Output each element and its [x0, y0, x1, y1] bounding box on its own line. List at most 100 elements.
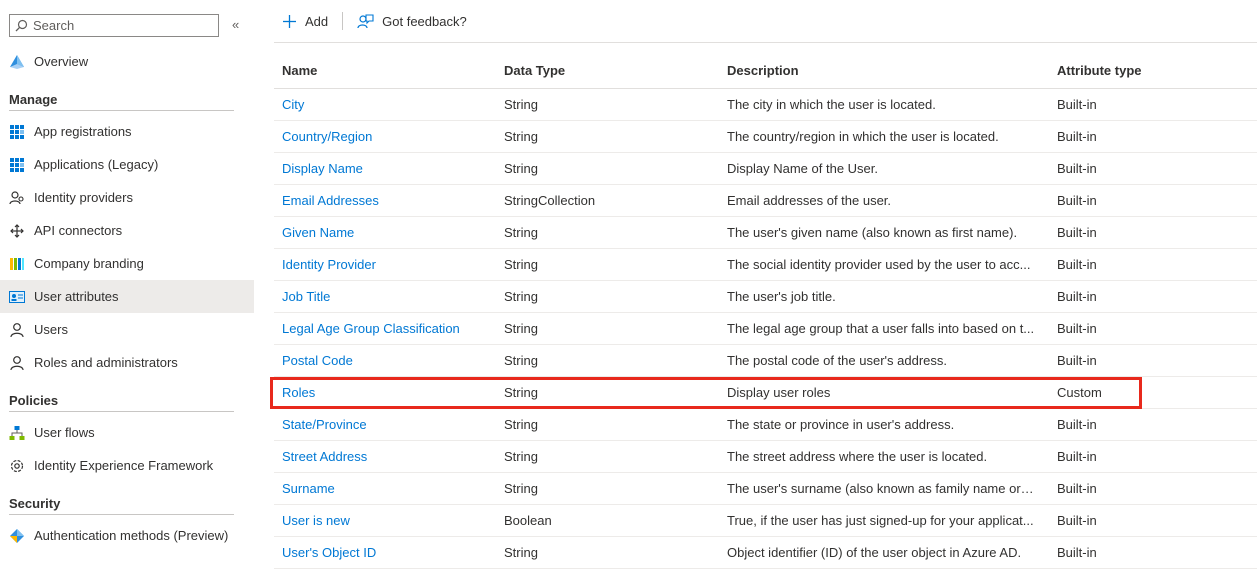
sidebar-item-user-attributes[interactable]: User attributes: [0, 280, 254, 313]
api-connectors-icon: [9, 223, 25, 239]
column-header-data-type[interactable]: Data Type: [504, 54, 727, 89]
description-cell: The legal age group that a user falls in…: [727, 320, 1035, 336]
table-row[interactable]: User's Object ID String Object identifier …: [274, 536, 1257, 569]
table-row[interactable]: Street Address String The street address w…: [274, 440, 1257, 473]
section-divider: [9, 411, 234, 412]
authentication-methods-icon: [9, 528, 25, 544]
description-cell: The street address where the user is loc…: [727, 448, 988, 464]
data-type-cell: Boolean: [504, 512, 552, 528]
sidebar-item-authentication-methods[interactable]: Authentication methods (Preview): [0, 519, 254, 552]
sidebar-item-company-branding[interactable]: Company branding: [0, 247, 254, 280]
collapse-sidebar-button[interactable]: «: [232, 17, 239, 32]
attribute-type-cell: Built-in: [1057, 408, 1257, 441]
attribute-name-link[interactable]: State/Province: [282, 417, 367, 432]
description-cell: Display Name of the User.: [727, 160, 879, 176]
attribute-type-cell: Built-in: [1057, 248, 1257, 281]
attribute-name-cell: Job Title: [274, 280, 504, 313]
data-type-cell: String: [504, 416, 538, 432]
attribute-type-cell: Built-in: [1057, 160, 1097, 176]
attribute-name-link[interactable]: Legal Age Group Classification: [282, 321, 460, 336]
table-row[interactable]: State/Province String The state or provinc…: [274, 408, 1257, 441]
description-cell: Email addresses of the user.: [727, 192, 892, 208]
data-type-cell: String: [504, 216, 727, 249]
sidebar-item-applications-legacy[interactable]: Applications (Legacy): [0, 148, 254, 181]
attribute-name-link[interactable]: Country/Region: [282, 129, 372, 144]
table-row[interactable]: Country/Region String The country/region i…: [274, 120, 1257, 153]
attribute-name-link[interactable]: Email Addresses: [282, 193, 379, 208]
table-row[interactable]: Surname String The user's surname (also kn…: [274, 472, 1257, 505]
attribute-type-cell: Built-in: [1057, 224, 1097, 240]
attribute-type-cell: Built-in: [1057, 472, 1257, 505]
sidebar-item-api-connectors[interactable]: API connectors: [0, 214, 254, 247]
table-row[interactable]: Job Title String The user's job title. Buil…: [274, 280, 1257, 313]
app-registrations-icon: [9, 124, 25, 140]
table-row[interactable]: Identity Provider String The social identi…: [274, 248, 1257, 281]
feedback-button-label: Got feedback?: [382, 13, 467, 29]
description-cell: The user's job title.: [727, 288, 836, 304]
description-cell: The state or province in user's address.: [727, 416, 955, 432]
attribute-type-cell: Built-in: [1057, 192, 1097, 208]
attribute-type-cell: Built-in: [1057, 216, 1257, 249]
attribute-name-link[interactable]: Job Title: [282, 289, 330, 304]
table-row[interactable]: Email Addresses StringCollection Email add…: [274, 184, 1257, 217]
data-type-cell: String: [504, 96, 538, 112]
table-row[interactable]: Given Name String The user's given name (a…: [274, 216, 1257, 249]
attribute-name-cell: Given Name: [274, 216, 504, 249]
attribute-type-cell: Built-in: [1057, 312, 1257, 345]
table-row[interactable]: Postal Code String The postal code of the …: [274, 344, 1257, 377]
feedback-icon: [357, 13, 374, 28]
search-icon: [15, 19, 28, 32]
attribute-type-cell: Built-in: [1057, 352, 1097, 368]
column-header-attribute-type[interactable]: Attribute type: [1057, 54, 1257, 89]
sidebar-item-label: User flows: [34, 425, 95, 440]
column-header-name[interactable]: Name: [274, 54, 504, 89]
table-row[interactable]: Legal Age Group Classification String The …: [274, 312, 1257, 345]
data-type-cell: String: [504, 128, 538, 144]
description-cell: The postal code of the user's address.: [727, 344, 1057, 377]
attribute-name-link[interactable]: Given Name: [282, 225, 354, 240]
attribute-type-cell: Built-in: [1057, 536, 1257, 569]
sidebar-item-app-registrations[interactable]: App registrations: [0, 115, 254, 148]
sidebar-item-identity-experience-framework[interactable]: Identity Experience Framework: [0, 449, 254, 482]
attribute-name-link[interactable]: City: [282, 97, 304, 112]
table-row[interactable]: City String The city in which the user is …: [274, 88, 1257, 121]
attribute-type-cell: Built-in: [1057, 320, 1097, 336]
table-row[interactable]: Display Name String Display Name of the Us…: [274, 152, 1257, 185]
attribute-name-cell: State/Province: [274, 408, 504, 441]
section-title-manage: Manage: [9, 92, 58, 107]
attribute-type-cell: Built-in: [1057, 344, 1257, 377]
attribute-name-link[interactable]: User's Object ID: [282, 545, 376, 560]
sidebar-item-user-flows[interactable]: User flows: [0, 416, 254, 449]
description-cell: Object identifier (ID) of the user objec…: [727, 536, 1057, 569]
attribute-type-cell: Built-in: [1057, 288, 1097, 304]
sidebar-item-overview[interactable]: Overview: [0, 45, 254, 78]
data-type-cell: String: [504, 288, 538, 304]
sidebar-item-identity-providers[interactable]: Identity providers: [0, 181, 254, 214]
description-cell: The state or province in user's address.: [727, 408, 1057, 441]
table-row[interactable]: Roles String Display user roles Custom: [274, 376, 1257, 409]
attribute-name-link[interactable]: Identity Provider: [282, 257, 376, 272]
sidebar-item-users[interactable]: Users: [0, 313, 254, 346]
attribute-name-link[interactable]: Postal Code: [282, 353, 353, 368]
data-type-cell: Boolean: [504, 504, 727, 537]
column-header-description[interactable]: Description: [727, 54, 1057, 89]
attribute-name-link[interactable]: User is new: [282, 513, 350, 528]
add-button-label: Add: [305, 13, 329, 29]
attribute-name-cell: Country/Region: [274, 120, 504, 153]
attribute-name-link[interactable]: Display Name: [282, 161, 363, 176]
add-button[interactable]: Add: [274, 14, 336, 29]
attribute-name-link[interactable]: Roles: [282, 385, 315, 400]
section-divider: [9, 514, 234, 515]
data-type-cell: String: [504, 160, 538, 176]
sidebar-item-label: API connectors: [34, 223, 123, 238]
attribute-name-cell: Surname: [274, 472, 504, 505]
search-input[interactable]: Search: [9, 14, 219, 37]
table-row[interactable]: User is new Boolean True, if the user has …: [274, 504, 1257, 537]
sidebar-item-label: Company branding: [34, 256, 144, 271]
sidebar-item-roles-and-administrators[interactable]: Roles and administrators: [0, 346, 254, 379]
attribute-name-link[interactable]: Surname: [282, 481, 335, 496]
attribute-name-link[interactable]: Street Address: [282, 449, 367, 464]
company-branding-icon: [9, 256, 25, 272]
plus-icon: [283, 14, 296, 28]
feedback-button[interactable]: Got feedback?: [349, 13, 475, 30]
